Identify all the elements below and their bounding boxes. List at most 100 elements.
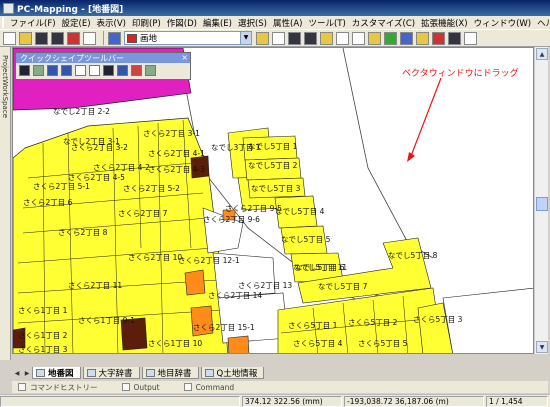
tab-next-icon[interactable]: ▶: [22, 367, 32, 379]
menu-attribute[interactable]: 属性(A): [270, 17, 305, 29]
scroll-up-icon[interactable]: ▲: [536, 48, 548, 60]
parcel-map[interactable]: なでし2丁目 2-2 なでし3丁目 1 なでし2丁目 3-1 さくら2丁目 3-…: [13, 48, 534, 354]
info-icon[interactable]: [400, 31, 413, 45]
menu-extensions[interactable]: 拡張機能(X): [418, 17, 470, 29]
properties-icon[interactable]: [256, 31, 269, 45]
parcel-label: さくら5丁目 3: [413, 315, 463, 324]
dictionary-icon: [145, 368, 155, 377]
project-workspace-panel[interactable]: ProjectWorkSpace: [0, 47, 11, 360]
menu-customize[interactable]: カスタマイズ(C): [349, 17, 418, 29]
map-icon[interactable]: [416, 31, 429, 45]
parcel-label: さくら2丁目 4-2: [93, 163, 150, 172]
tab-chimoku-dictionary[interactable]: 地目辞書: [141, 367, 199, 379]
parcel-label: さくら1丁目 1: [18, 306, 68, 315]
open-folder-icon[interactable]: [19, 31, 32, 45]
layer-icon[interactable]: [108, 31, 121, 45]
help-icon[interactable]: [464, 31, 477, 45]
menu-edit[interactable]: 編集(E): [200, 17, 235, 29]
layer-select-value: 画地: [140, 34, 158, 44]
camera-icon[interactable]: [448, 31, 461, 45]
status-count: 1 / 1,454: [486, 395, 548, 407]
parcel-label: なでし5丁目 8: [388, 251, 438, 260]
menu-print[interactable]: 印刷(P): [129, 17, 164, 29]
parcel-label: さくら2丁目 11: [68, 281, 122, 290]
map-view[interactable]: なでし2丁目 2-2 なでし3丁目 1 なでし2丁目 3-1 さくら2丁目 3-…: [12, 47, 534, 354]
menu-tools[interactable]: ツール(T): [305, 17, 348, 29]
parcel-label: さくら5丁目 1: [288, 321, 338, 330]
line-tool-icon[interactable]: [19, 65, 30, 76]
parcel-label: さくら2丁目 9-5: [225, 204, 282, 213]
zoom-out-icon[interactable]: [304, 31, 317, 45]
menu-select[interactable]: 選択(S): [235, 17, 270, 29]
parcel-label: さくら1丁目 3: [18, 345, 68, 354]
pan-icon[interactable]: [320, 31, 333, 45]
shape-icon[interactable]: [47, 65, 58, 76]
menu-help[interactable]: ヘルプ(H): [534, 17, 550, 29]
scroll-down-icon[interactable]: ▼: [536, 341, 548, 353]
bottom-panel-tabs: コマンドヒストリー Output Command: [12, 381, 548, 393]
tab-command[interactable]: Command: [183, 383, 234, 392]
parcel-label: さくら5丁目 2: [348, 318, 398, 327]
tab-prev-icon[interactable]: ◀: [12, 367, 22, 379]
split-icon[interactable]: [117, 65, 128, 76]
status-ready: [0, 395, 240, 407]
scroll-thumb[interactable]: [536, 197, 548, 211]
parcel-label: さくら2丁目 15-1: [193, 323, 255, 332]
new-file-icon[interactable]: [3, 31, 16, 45]
parcel-label: さくら2丁目 3-2: [71, 143, 128, 152]
merge-icon[interactable]: [131, 65, 142, 76]
menu-draw[interactable]: 作図(D): [164, 17, 200, 29]
menu-window[interactable]: ウィンドウ(W): [471, 17, 535, 29]
clipboard-icon[interactable]: [352, 31, 365, 45]
rotate-icon[interactable]: [103, 65, 114, 76]
stop-icon[interactable]: [432, 31, 445, 45]
menu-view[interactable]: 表示(V): [94, 17, 129, 29]
attribute-icon[interactable]: [145, 65, 156, 76]
tab-oaza-dictionary[interactable]: 大字辞書: [82, 367, 140, 379]
zoom-in-icon[interactable]: [288, 31, 301, 45]
menu-bar: ファイル(F) 設定(E) 表示(V) 印刷(P) 作図(D) 編集(E) 選択…: [0, 16, 550, 29]
copy-icon[interactable]: [75, 65, 86, 76]
tab-land-info[interactable]: Q土地情報: [200, 367, 265, 379]
parcel-label: なでし5丁目 7: [318, 282, 368, 291]
select-icon[interactable]: [384, 31, 397, 45]
tab-output[interactable]: Output: [121, 383, 160, 392]
layer-list-icon[interactable]: [272, 31, 285, 45]
parcel-label: さくら2丁目 9-6: [203, 215, 260, 224]
parcel-label: なでし5丁目 4: [275, 207, 325, 216]
parcel-label: さくら2丁目 5-2: [123, 184, 180, 193]
refresh-icon[interactable]: [336, 31, 349, 45]
polygon-icon[interactable]: [61, 65, 72, 76]
layer-select[interactable]: 画地 ▼: [124, 31, 252, 45]
parcel-label: さくら1丁目 10: [148, 339, 202, 348]
status-paper-coords: 374.12 322.56 (mm): [242, 395, 342, 407]
close-icon[interactable]: ×: [181, 53, 188, 62]
document-system-icon[interactable]: [2, 17, 4, 28]
quick-shape-toolbar[interactable]: クイックシェイプツールバー ×: [15, 52, 191, 80]
title-bar: PC-Mapping - [地番図]: [0, 0, 550, 16]
parcel-label: さくら2丁目 12-1: [178, 256, 240, 265]
parcel-orange[interactable]: [184, 269, 206, 296]
command-icon: [183, 383, 192, 391]
menu-file[interactable]: ファイル(F): [7, 17, 59, 29]
preview-icon[interactable]: [83, 31, 96, 45]
vertical-scrollbar[interactable]: ▲ ▼: [534, 47, 548, 354]
print-icon[interactable]: [67, 31, 80, 45]
paste-icon[interactable]: [89, 65, 100, 76]
parcel-label: さくら2丁目 4-5: [68, 173, 125, 182]
parcel-label: さくら1丁目 2: [18, 331, 68, 340]
document-tabs: ◀ ▶ 地番図 大字辞書 地目辞書 Q土地情報: [12, 366, 548, 379]
chevron-down-icon[interactable]: ▼: [240, 32, 251, 44]
save-all-icon[interactable]: [51, 31, 64, 45]
pencil-icon[interactable]: [33, 65, 44, 76]
parcel-label: なでし5丁目 2: [248, 161, 298, 170]
parcel-label: さくら2丁目 4-1: [148, 149, 205, 158]
history-icon: [18, 383, 26, 391]
project-workspace-label: ProjectWorkSpace: [1, 55, 9, 119]
save-icon[interactable]: [35, 31, 48, 45]
measure-icon[interactable]: [368, 31, 381, 45]
quick-shape-toolbar-title[interactable]: クイックシェイプツールバー ×: [16, 53, 190, 63]
tab-command-history[interactable]: コマンドヒストリー: [18, 382, 98, 393]
tab-chibanzu[interactable]: 地番図: [32, 367, 81, 379]
menu-settings[interactable]: 設定(E): [59, 17, 94, 29]
